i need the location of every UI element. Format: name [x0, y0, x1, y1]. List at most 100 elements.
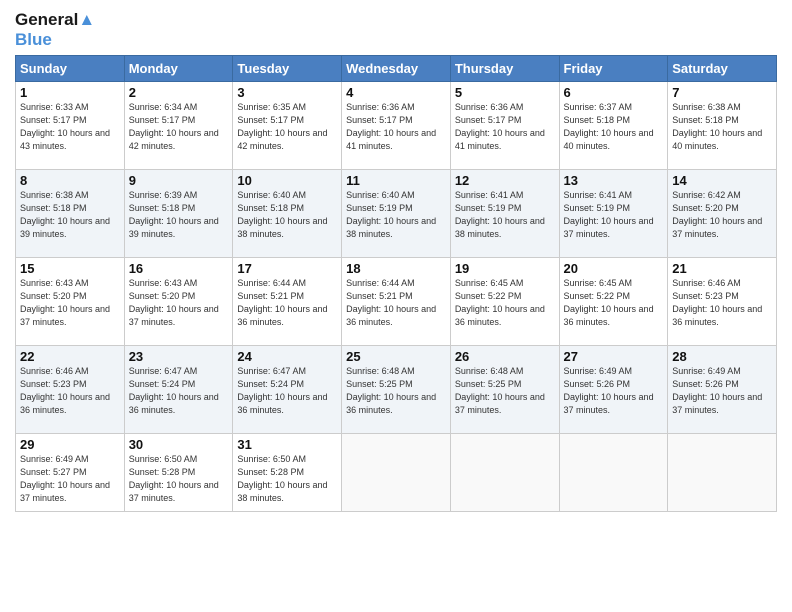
calendar-week-row: 22Sunrise: 6:46 AMSunset: 5:23 PMDayligh…	[16, 346, 777, 434]
day-info: Sunrise: 6:45 AMSunset: 5:22 PMDaylight:…	[564, 277, 664, 329]
calendar-week-row: 15 Sunrise: 6:43 AMSunset: 5:20 PMDayligh…	[16, 258, 777, 346]
day-number: 27	[564, 349, 664, 364]
day-info: Sunrise: 6:33 AMSunset: 5:17 PMDaylight:…	[20, 101, 120, 153]
calendar-day-cell: 1Sunrise: 6:33 AMSunset: 5:17 PMDaylight…	[16, 82, 125, 170]
day-info: Sunrise: 6:49 AMSunset: 5:27 PMDaylight:…	[20, 453, 120, 505]
day-number: 28	[672, 349, 772, 364]
day-info: Sunrise: 6:34 AMSunset: 5:17 PMDaylight:…	[129, 101, 229, 153]
day-number: 21	[672, 261, 772, 276]
day-number: 11	[346, 173, 446, 188]
day-number: 14	[672, 173, 772, 188]
day-info: Sunrise: 6:44 AMSunset: 5:21 PMDaylight:…	[237, 277, 337, 329]
weekday-header: Sunday	[16, 56, 125, 82]
logo: General▲ Blue	[15, 10, 95, 49]
day-number: 5	[455, 85, 555, 100]
day-info: Sunrise: 6:43 AMSunset: 5:20 PMDaylight:…	[129, 277, 229, 329]
calendar-day-cell	[668, 434, 777, 512]
calendar-day-cell: 9Sunrise: 6:39 AMSunset: 5:18 PMDaylight…	[124, 170, 233, 258]
day-info: Sunrise: 6:49 AMSunset: 5:26 PMDaylight:…	[672, 365, 772, 417]
day-info: Sunrise: 6:38 AMSunset: 5:18 PMDaylight:…	[20, 189, 120, 241]
day-info: Sunrise: 6:40 AMSunset: 5:19 PMDaylight:…	[346, 189, 446, 241]
calendar-day-cell: 22Sunrise: 6:46 AMSunset: 5:23 PMDayligh…	[16, 346, 125, 434]
day-info: Sunrise: 6:44 AMSunset: 5:21 PMDaylight:…	[346, 277, 446, 329]
calendar-week-row: 1Sunrise: 6:33 AMSunset: 5:17 PMDaylight…	[16, 82, 777, 170]
calendar-day-cell	[559, 434, 668, 512]
calendar-day-cell: 2Sunrise: 6:34 AMSunset: 5:17 PMDaylight…	[124, 82, 233, 170]
day-number: 4	[346, 85, 446, 100]
day-info: Sunrise: 6:38 AMSunset: 5:18 PMDaylight:…	[672, 101, 772, 153]
weekday-header: Wednesday	[342, 56, 451, 82]
day-number: 19	[455, 261, 555, 276]
calendar-day-cell: 19Sunrise: 6:45 AMSunset: 5:22 PMDayligh…	[450, 258, 559, 346]
day-info: Sunrise: 6:50 AMSunset: 5:28 PMDaylight:…	[237, 453, 337, 505]
day-info: Sunrise: 6:49 AMSunset: 5:26 PMDaylight:…	[564, 365, 664, 417]
day-number: 17	[237, 261, 337, 276]
day-info: Sunrise: 6:41 AMSunset: 5:19 PMDaylight:…	[455, 189, 555, 241]
weekday-header: Thursday	[450, 56, 559, 82]
day-number: 20	[564, 261, 664, 276]
calendar-week-row: 8Sunrise: 6:38 AMSunset: 5:18 PMDaylight…	[16, 170, 777, 258]
day-number: 8	[20, 173, 120, 188]
calendar-day-cell: 25Sunrise: 6:48 AMSunset: 5:25 PMDayligh…	[342, 346, 451, 434]
calendar-day-cell: 4Sunrise: 6:36 AMSunset: 5:17 PMDaylight…	[342, 82, 451, 170]
day-number: 24	[237, 349, 337, 364]
day-number: 3	[237, 85, 337, 100]
weekday-header: Saturday	[668, 56, 777, 82]
logo-text: General▲ Blue	[15, 10, 95, 49]
calendar-day-cell: 15Sunrise: 6:43 AMSunset: 5:20 PMDayligh…	[16, 258, 125, 346]
weekday-header: Tuesday	[233, 56, 342, 82]
calendar-day-cell: 26Sunrise: 6:48 AMSunset: 5:25 PMDayligh…	[450, 346, 559, 434]
calendar-day-cell: 10Sunrise: 6:40 AMSunset: 5:18 PMDayligh…	[233, 170, 342, 258]
day-number: 23	[129, 349, 229, 364]
calendar-day-cell: 3Sunrise: 6:35 AMSunset: 5:17 PMDaylight…	[233, 82, 342, 170]
day-info: Sunrise: 6:36 AMSunset: 5:17 PMDaylight:…	[346, 101, 446, 153]
day-info: Sunrise: 6:35 AMSunset: 5:17 PMDaylight:…	[237, 101, 337, 153]
day-number: 22	[20, 349, 120, 364]
calendar-day-cell	[450, 434, 559, 512]
day-number: 2	[129, 85, 229, 100]
day-number: 15	[20, 261, 120, 276]
day-info: Sunrise: 6:46 AMSunset: 5:23 PMDaylight:…	[20, 365, 120, 417]
weekday-header: Friday	[559, 56, 668, 82]
calendar-week-row: 29Sunrise: 6:49 AMSunset: 5:27 PMDayligh…	[16, 434, 777, 512]
day-info: Sunrise: 6:40 AMSunset: 5:18 PMDaylight:…	[237, 189, 337, 241]
calendar-day-cell: 16Sunrise: 6:43 AMSunset: 5:20 PMDayligh…	[124, 258, 233, 346]
calendar-day-cell: 14Sunrise: 6:42 AMSunset: 5:20 PMDayligh…	[668, 170, 777, 258]
calendar-day-cell	[342, 434, 451, 512]
day-info: Sunrise: 6:45 AMSunset: 5:22 PMDaylight:…	[455, 277, 555, 329]
day-info: Sunrise: 6:39 AMSunset: 5:18 PMDaylight:…	[129, 189, 229, 241]
day-number: 6	[564, 85, 664, 100]
calendar-day-cell: 18Sunrise: 6:44 AMSunset: 5:21 PMDayligh…	[342, 258, 451, 346]
day-number: 30	[129, 437, 229, 452]
calendar-day-cell: 8Sunrise: 6:38 AMSunset: 5:18 PMDaylight…	[16, 170, 125, 258]
day-number: 9	[129, 173, 229, 188]
day-info: Sunrise: 6:47 AMSunset: 5:24 PMDaylight:…	[237, 365, 337, 417]
day-number: 1	[20, 85, 120, 100]
calendar-table: SundayMondayTuesdayWednesdayThursdayFrid…	[15, 55, 777, 512]
day-number: 31	[237, 437, 337, 452]
calendar-day-cell: 6Sunrise: 6:37 AMSunset: 5:18 PMDaylight…	[559, 82, 668, 170]
day-number: 12	[455, 173, 555, 188]
calendar-day-cell: 29Sunrise: 6:49 AMSunset: 5:27 PMDayligh…	[16, 434, 125, 512]
calendar-day-cell: 17Sunrise: 6:44 AMSunset: 5:21 PMDayligh…	[233, 258, 342, 346]
day-info: Sunrise: 6:37 AMSunset: 5:18 PMDaylight:…	[564, 101, 664, 153]
calendar-day-cell: 11Sunrise: 6:40 AMSunset: 5:19 PMDayligh…	[342, 170, 451, 258]
day-number: 25	[346, 349, 446, 364]
day-info: Sunrise: 6:46 AMSunset: 5:23 PMDaylight:…	[672, 277, 772, 329]
calendar-day-cell: 7Sunrise: 6:38 AMSunset: 5:18 PMDaylight…	[668, 82, 777, 170]
day-number: 16	[129, 261, 229, 276]
calendar-day-cell: 5Sunrise: 6:36 AMSunset: 5:17 PMDaylight…	[450, 82, 559, 170]
page: General▲ Blue SundayMondayTuesdayWednesd…	[0, 0, 792, 612]
calendar-day-cell: 12Sunrise: 6:41 AMSunset: 5:19 PMDayligh…	[450, 170, 559, 258]
day-info: Sunrise: 6:50 AMSunset: 5:28 PMDaylight:…	[129, 453, 229, 505]
calendar-day-cell: 27Sunrise: 6:49 AMSunset: 5:26 PMDayligh…	[559, 346, 668, 434]
calendar-day-cell: 30Sunrise: 6:50 AMSunset: 5:28 PMDayligh…	[124, 434, 233, 512]
day-info: Sunrise: 6:42 AMSunset: 5:20 PMDaylight:…	[672, 189, 772, 241]
day-number: 26	[455, 349, 555, 364]
day-number: 18	[346, 261, 446, 276]
day-info: Sunrise: 6:48 AMSunset: 5:25 PMDaylight:…	[455, 365, 555, 417]
day-number: 10	[237, 173, 337, 188]
calendar-day-cell: 13Sunrise: 6:41 AMSunset: 5:19 PMDayligh…	[559, 170, 668, 258]
calendar-day-cell: 28Sunrise: 6:49 AMSunset: 5:26 PMDayligh…	[668, 346, 777, 434]
day-number: 29	[20, 437, 120, 452]
